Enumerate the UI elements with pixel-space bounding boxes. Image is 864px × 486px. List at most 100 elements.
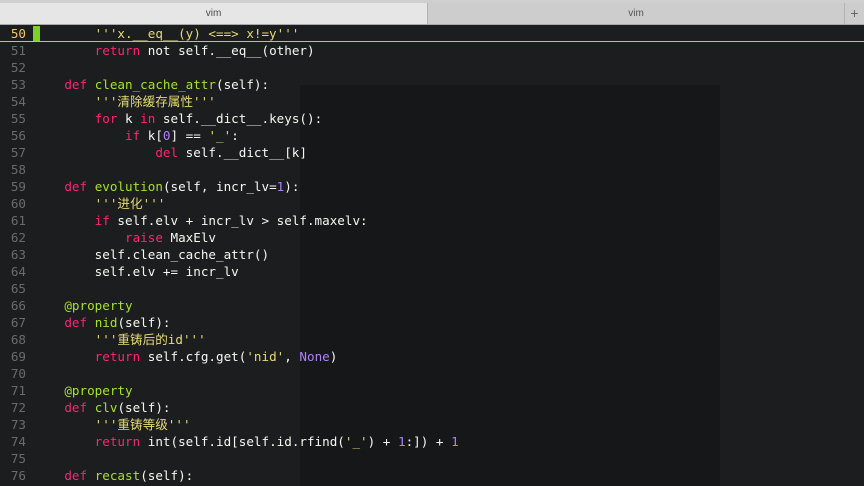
code-token: if [94,213,110,228]
code-token: '''x.__eq__(y) <==> x!=y''' [94,26,300,41]
code-line[interactable]: 66 @property [0,297,864,314]
code-line[interactable]: 63 self.clean_cache_attr() [0,246,864,263]
code-token: return [94,434,141,449]
code-line[interactable]: 71 @property [0,382,864,399]
line-number: 66 [10,298,26,313]
tab-bar: vim vim + [0,3,864,25]
code-line[interactable]: 76 def recast(self): [0,467,864,484]
line-number: 71 [10,383,26,398]
line-number: 74 [10,434,26,449]
code-token: def [64,400,88,415]
code-line[interactable]: 69 return self.cfg.get('nid', None) [0,348,864,365]
code-line[interactable]: 53 def clean_cache_attr(self): [0,76,864,93]
code-text: raise MaxElv [34,229,216,246]
line-number: 69 [10,349,26,364]
code-token: 'nid' [246,349,285,364]
code-token: del [155,145,179,160]
terminal-window: vim vim + 50 '''x.__eq__(y) <==> x!=y'''… [0,0,864,486]
vim-editor[interactable]: 50 '''x.__eq__(y) <==> x!=y''' 51 return … [0,25,864,486]
code-line[interactable]: 73 '''重铸等级''' [0,416,864,433]
code-line[interactable]: 57 del self.__dict__[k] [0,144,864,161]
line-number: 61 [10,213,26,228]
code-token: '_' [208,128,232,143]
code-token: def [64,179,88,194]
code-line[interactable]: 61 if self.elv + incr_lv > self.maxelv: [0,212,864,229]
line-number: 54 [10,94,26,109]
code-line[interactable]: 72 def clv(self): [0,399,864,416]
tab-vim-active[interactable]: vim [0,3,428,24]
code-text: if k[0] == '_': [34,127,239,144]
code-line[interactable]: 50 '''x.__eq__(y) <==> x!=y''' [0,25,864,42]
code-text: def clean_cache_attr(self): [34,76,269,93]
code-token: evolution [94,179,163,194]
new-tab-button[interactable]: + [844,3,864,24]
code-token: None [299,349,330,364]
code-token: (self): [140,468,194,483]
line-number: 53 [10,77,26,92]
code-token: k [117,111,141,126]
code-token: clv [94,400,118,415]
code-token: : [231,128,239,143]
code-token: , [284,349,300,364]
code-text: '''进化''' [34,195,166,212]
code-text: def clv(self): [34,399,170,416]
code-line[interactable]: 74 return int(self.id[self.id.rfind('_')… [0,433,864,450]
code-text: @property [34,297,133,314]
line-number: 60 [10,196,26,211]
code-token: clean_cache_attr [94,77,217,92]
code-line[interactable]: 51 return not self.__eq__(other) [0,42,864,59]
code-token: 0 [162,128,171,143]
code-line[interactable]: 64 self.elv += incr_lv [0,263,864,280]
code-text: def evolution(self, incr_lv=1): [34,178,299,195]
code-line[interactable]: 58 [0,161,864,178]
code-token: in [140,111,156,126]
code-token: not self.__eq__(other) [140,43,315,58]
code-token: @property [64,298,133,313]
code-line[interactable]: 68 '''重铸后的id''' [0,331,864,348]
code-line[interactable]: 52 [0,59,864,76]
code-text: '''重铸等级''' [34,416,191,433]
tab-vim-inactive[interactable]: vim [428,3,844,24]
code-text: self.elv += incr_lv [34,263,239,280]
line-number: 56 [10,128,26,143]
line-number: 76 [10,468,26,483]
code-token: ) [329,349,338,364]
code-token: ) + [367,434,398,449]
code-line[interactable]: 54 '''清除缓存属性''' [0,93,864,110]
code-token: 1 [397,434,406,449]
code-token: nid [94,315,118,330]
code-text: @property [34,382,133,399]
code-token: :]) + [405,434,452,449]
code-line[interactable]: 70 [0,365,864,382]
code-line[interactable]: 55 for k in self.__dict__.keys(): [0,110,864,127]
code-token: k[ [140,128,163,143]
code-text: '''清除缓存属性''' [34,93,216,110]
code-line[interactable]: 62 raise MaxElv [0,229,864,246]
line-number: 58 [10,162,26,177]
code-line[interactable]: 67 def nid(self): [0,314,864,331]
code-token: (self, incr_lv= [162,179,277,194]
code-line[interactable]: 59 def evolution(self, incr_lv=1): [0,178,864,195]
code-line[interactable]: 60 '''进化''' [0,195,864,212]
line-number: 59 [10,179,26,194]
code-text: def nid(self): [34,314,170,331]
line-number: 57 [10,145,26,160]
code-token: (self): [216,77,270,92]
code-text: '''重铸后的id''' [34,331,206,348]
line-number: 55 [10,111,26,126]
code-line[interactable]: 56 if k[0] == '_': [0,127,864,144]
code-line[interactable]: 65 [0,280,864,297]
code-text: return not self.__eq__(other) [34,42,315,59]
code-line[interactable]: 75 [0,450,864,467]
code-token: def [64,77,88,92]
code-token: @property [64,383,133,398]
